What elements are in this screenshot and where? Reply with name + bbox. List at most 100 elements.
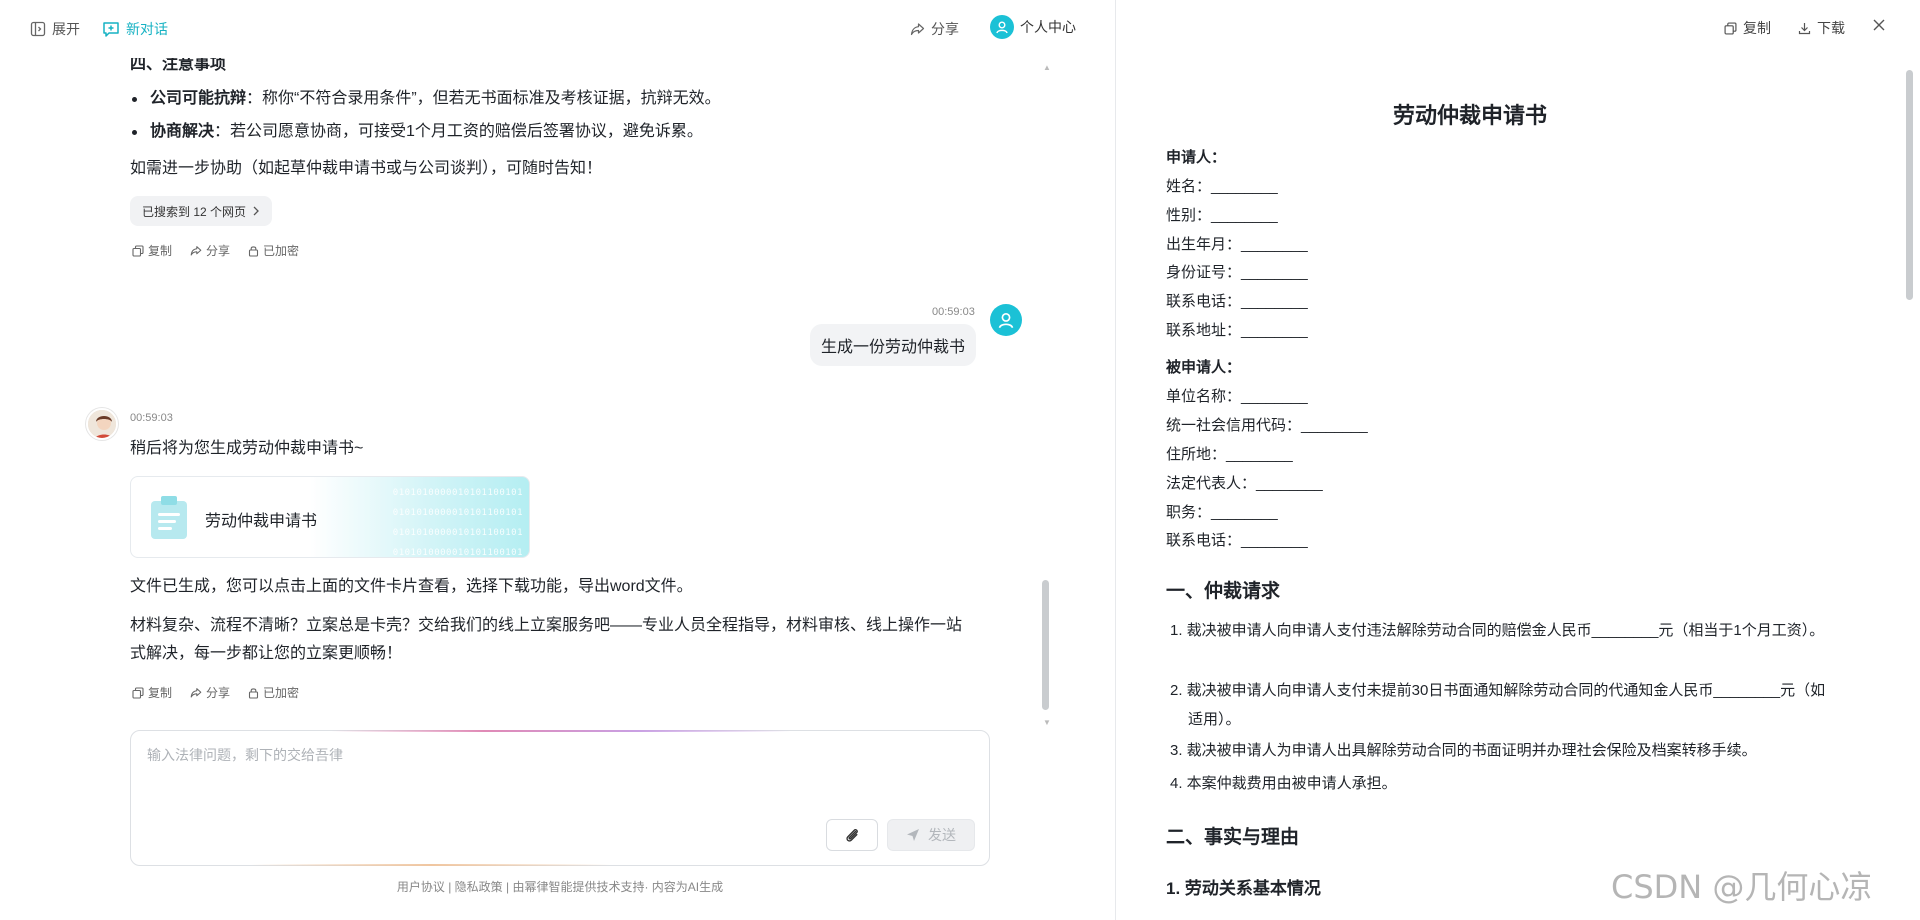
subsection1-heading: 1. 劳动关系基本情况 — [1166, 879, 1321, 898]
close-preview-button[interactable] — [1872, 18, 1886, 32]
respondent-field: 统一社会信用代码：________ — [1166, 417, 1368, 434]
chevron-right-icon — [253, 206, 259, 216]
search-results-chip[interactable]: 已搜索到 12 个网页 — [130, 196, 273, 226]
respondent-field: 联系电话：________ — [1166, 532, 1308, 549]
respondent-field: 法定代表人：________ — [1166, 475, 1323, 492]
expand-label: 展开 — [52, 21, 80, 37]
applicant-field: 出生年月：________ — [1166, 236, 1308, 253]
user-avatar-icon — [990, 15, 1014, 39]
section2-heading: 二、事实与理由 — [1166, 827, 1300, 848]
respondent-field: 单位名称：________ — [1166, 388, 1308, 405]
chat-panel: 展开 新对话 分享 个人中心 四、注意事项 公司可能抗辩：称你“不符合录用条件”… — [0, 0, 1115, 920]
encrypted-badge: 已加密 — [248, 242, 299, 259]
list-item: 协商解决：若公司愿意协商，可接受1个月工资的赔偿后签署协议，避免诉累。 — [132, 120, 703, 144]
file-generated-note: 文件已生成，您可以点击上面的文件卡片查看，选择下载功能，导出word文件。 — [130, 578, 693, 595]
download-icon — [1798, 22, 1811, 34]
chat-topbar: 展开 新对话 分享 个人中心 — [0, 0, 1115, 58]
send-label: 发送 — [928, 827, 956, 843]
message-actions: 复制 分享 已加密 — [132, 684, 299, 701]
bullet-bold: 协商解决 — [150, 123, 215, 140]
expand-sidebar-button[interactable]: 展开 — [30, 18, 80, 40]
share-icon — [910, 22, 925, 35]
scroll-up-arrow-icon[interactable]: ▲ — [1043, 63, 1051, 72]
respondent-field: 住所地：________ — [1166, 446, 1293, 463]
assistant-avatar — [86, 408, 118, 440]
copy-icon — [132, 686, 144, 699]
copy-label: 复制 — [148, 686, 173, 700]
download-document-button[interactable]: 下载 — [1798, 18, 1845, 38]
send-icon — [907, 829, 919, 841]
new-chat-label: 新对话 — [126, 21, 168, 37]
assistant-message-time: 00:59:03 — [130, 412, 173, 424]
close-icon — [1873, 19, 1885, 31]
share-message-button[interactable]: 分享 — [190, 242, 230, 259]
request-item: 1. 裁决被申请人向申请人支付违法解除劳动合同的赔偿金人民币________元（… — [1170, 622, 1825, 639]
search-chip-label: 已搜索到 12 个网页 — [142, 204, 247, 219]
applicant-heading: 申请人： — [1166, 149, 1227, 166]
assistant-avatar-icon — [88, 410, 116, 438]
promo-text-line2: 式解决，每一步都让您的立案更顺畅！ — [130, 645, 403, 662]
send-button[interactable]: 发送 — [887, 819, 975, 851]
file-card-name: 劳动仲裁申请书 — [205, 513, 318, 530]
user-icon — [998, 312, 1014, 329]
document-scrollbar[interactable] — [1906, 70, 1913, 300]
share-label: 分享 — [206, 244, 231, 258]
download-doc-label: 下载 — [1817, 20, 1845, 36]
document-preview-panel: 复制 下载 劳动仲裁申请书 申请人： 姓名：________ 性别：______… — [1116, 0, 1920, 920]
new-chat-button[interactable]: 新对话 — [102, 18, 168, 40]
applicant-field: 联系地址：________ — [1166, 322, 1308, 339]
sidebar-expand-icon — [30, 21, 46, 37]
copy-button[interactable]: 复制 — [132, 242, 172, 259]
promo-text-line1: 材料复杂、流程不清晰？立案总是卡壳？交给我们的线上立案服务吧——专业人员全程指导… — [130, 617, 963, 634]
respondent-field: 职务：________ — [1166, 504, 1278, 521]
watermark: CSDN @几何心凉 — [1611, 868, 1873, 906]
user-message-bubble: 生成一份劳动仲裁书 — [810, 324, 976, 366]
request-item: 2. 裁决被申请人向申请人支付未提前30日书面通知解除劳动合同的代通知金人民币_… — [1170, 682, 1826, 728]
conversation-scrollbar[interactable] — [1042, 580, 1049, 710]
bullet-text: ：称你“不符合录用条件”，但若无书面标准及考核证据，抗辩无效。 — [246, 90, 721, 107]
share-message-button[interactable]: 分享 — [190, 684, 230, 701]
copy-button[interactable]: 复制 — [132, 684, 172, 701]
request-item: 3. 裁决被申请人为申请人出具解除劳动合同的书面证明并办理社会保险及档案转移手续… — [1170, 742, 1757, 759]
lock-icon — [248, 687, 259, 699]
partial-section-heading: 四、注意事项 — [130, 58, 227, 73]
applicant-field: 姓名：________ — [1166, 178, 1278, 195]
paperclip-icon — [846, 829, 858, 842]
attach-button[interactable] — [826, 819, 878, 851]
share-label: 分享 — [206, 686, 231, 700]
scroll-down-arrow-icon[interactable]: ▼ — [1043, 718, 1051, 727]
footer-note: 用户协议 | 隐私政策 | 由幂律智能提供技术支持· 内容为AI生成 — [396, 880, 724, 894]
profile-center-button[interactable]: 个人中心 — [990, 15, 1076, 39]
document-icon — [151, 496, 187, 539]
applicant-field: 身份证号：________ — [1166, 264, 1308, 281]
copy-document-button[interactable]: 复制 — [1724, 18, 1771, 38]
section1-heading: 一、仲裁请求 — [1166, 581, 1281, 602]
list-item: 公司可能抗辩：称你“不符合录用条件”，但若无书面标准及考核证据，抗辩无效。 — [132, 87, 721, 111]
followup-text: 如需进一步协助（如起草仲裁申请书或与公司谈判），可随时告知！ — [130, 160, 603, 177]
document-title: 劳动仲裁申请书 — [1392, 103, 1547, 128]
lock-icon — [248, 245, 259, 257]
share-button[interactable]: 分享 — [910, 18, 959, 40]
copy-label: 复制 — [148, 244, 173, 258]
copy-doc-label: 复制 — [1743, 20, 1771, 36]
bullet-bold: 公司可能抗辩 — [150, 90, 247, 107]
chat-input[interactable] — [147, 745, 967, 795]
app-window: 展开 新对话 分享 个人中心 四、注意事项 公司可能抗辩：称你“不符合录用条件”… — [0, 0, 1920, 920]
bullet-text: ：若公司愿意协商，可接受1个月工资的赔偿后签署协议，避免诉累。 — [214, 123, 703, 140]
applicant-field: 性别：________ — [1166, 207, 1278, 224]
request-item: 4. 本案仲裁费用由被申请人承担。 — [1170, 775, 1397, 792]
file-card-decoration: 0101010000010101100101 01010100000101011… — [392, 488, 523, 558]
encrypted-label: 已加密 — [263, 686, 300, 700]
user-message-time: 00:59:03 — [932, 306, 975, 318]
file-card[interactable]: 0101010000010101100101 01010100000101011… — [130, 476, 530, 558]
applicant-field: 联系电话：________ — [1166, 293, 1308, 310]
conversation-scroll-area[interactable]: 四、注意事项 公司可能抗辩：称你“不符合录用条件”，但若无书面标准及考核证据，抗… — [0, 58, 1060, 728]
copy-icon — [1724, 21, 1737, 35]
new-chat-icon — [103, 21, 119, 37]
chat-input-box: 发送 — [130, 730, 990, 866]
profile-label: 个人中心 — [1020, 19, 1076, 35]
encrypted-label: 已加密 — [263, 244, 300, 258]
user-avatar — [990, 304, 1022, 336]
share-icon — [190, 687, 202, 698]
respondent-heading: 被申请人： — [1166, 359, 1242, 376]
